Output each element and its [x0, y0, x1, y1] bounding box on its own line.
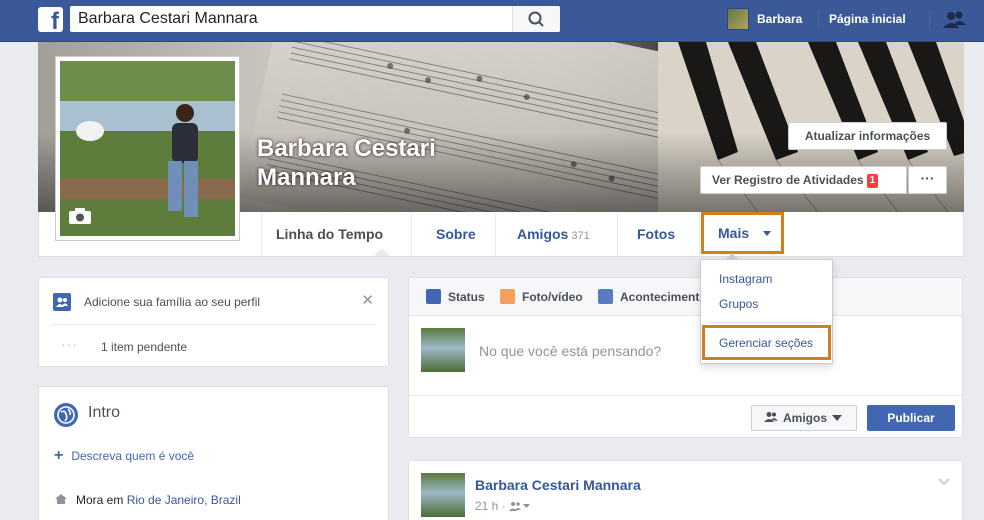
tab-divider [411, 212, 412, 256]
friends-icon [764, 412, 778, 422]
chevron-down-icon[interactable] [938, 475, 950, 489]
search-icon [528, 11, 544, 27]
divider [929, 10, 930, 28]
divider [409, 395, 962, 396]
plus-icon: + [54, 447, 64, 464]
facebook-logo-icon[interactable]: f [38, 7, 63, 32]
caret-down-icon [763, 231, 771, 236]
intro-title: Intro [88, 404, 121, 421]
search-button[interactable] [512, 6, 560, 32]
update-info-button[interactable]: Atualizar informações [788, 122, 947, 150]
lives-in-row: Mora em Rio de Janeiro, Brazil [54, 493, 241, 507]
pencil-icon [426, 289, 441, 304]
tab-divider [699, 212, 700, 256]
post-time[interactable]: 21 h · [475, 499, 509, 513]
photo-icon [500, 289, 515, 304]
composer-tab-photo[interactable]: Foto/vídeo [500, 289, 583, 304]
home-link[interactable]: Página inicial [829, 12, 906, 26]
publish-button[interactable]: Publicar [867, 405, 955, 431]
menu-item-instagram[interactable]: Instagram [719, 272, 772, 286]
caret-down-icon [832, 415, 843, 421]
profile-name[interactable]: Barbara Cestari Mannara [257, 134, 517, 192]
tab-timeline[interactable]: Linha do Tempo [276, 212, 383, 256]
more-options-button[interactable]: ··· [908, 166, 947, 194]
pending-items-link[interactable]: 1 item pendente [101, 340, 187, 354]
friends-privacy-icon[interactable] [509, 501, 531, 511]
tab-more[interactable]: Mais [701, 212, 784, 254]
feed-post: Barbara Cestari Mannara 21 h · [408, 460, 963, 520]
composer-tab-status[interactable]: Status [426, 289, 485, 304]
flag-icon [598, 289, 613, 304]
house-icon [55, 494, 67, 504]
top-bar: f Barbara Página inicial [0, 0, 984, 42]
divider [818, 10, 819, 28]
activity-log-button[interactable]: Ver Registro de Atividades 1 [700, 166, 907, 194]
tab-friends-label: Amigos [517, 226, 569, 242]
menu-divider [709, 322, 826, 323]
tab-divider [261, 212, 262, 256]
composer-tab-photo-label: Foto/vídeo [522, 290, 583, 304]
composer-tabs: Status Foto/vídeo Acontecimento [409, 278, 962, 316]
describe-yourself-link[interactable]: + Descreva quem é você [54, 447, 194, 465]
post-author-link[interactable]: Barbara Cestari Mannara [475, 477, 641, 493]
friend-requests-icon[interactable] [942, 10, 968, 33]
composer-tab-event-label: Acontecimento [620, 290, 707, 304]
activity-log-label: Ver Registro de Atividades [712, 173, 864, 187]
intro-card: Intro + Descreva quem é você Mora em Rio … [38, 386, 389, 520]
post-avatar[interactable] [421, 473, 465, 517]
profile-picture[interactable] [55, 56, 240, 241]
city-link[interactable]: Rio de Janeiro, Brazil [127, 493, 241, 507]
friends-count: 371 [571, 230, 590, 242]
user-avatar[interactable] [727, 8, 749, 30]
tab-friends[interactable]: Amigos 371 [517, 212, 590, 256]
tab-more-label: Mais [718, 225, 750, 241]
post-composer: Status Foto/vídeo Acontecimento No que v… [408, 277, 963, 438]
tab-about[interactable]: Sobre [436, 212, 476, 256]
user-name-link[interactable]: Barbara [757, 12, 802, 26]
composer-avatar [421, 328, 465, 372]
profile-photo [60, 61, 235, 236]
active-tab-indicator [374, 248, 390, 256]
composer-tab-event[interactable]: Acontecimento [598, 289, 707, 304]
search-box [70, 6, 560, 32]
ellipsis-icon: ··· [61, 336, 78, 352]
camera-icon[interactable] [68, 207, 92, 228]
search-input[interactable] [70, 6, 510, 32]
menu-caret [725, 253, 739, 260]
audience-label: Amigos [783, 411, 828, 425]
tab-divider [495, 212, 496, 256]
post-meta: 21 h · [475, 499, 531, 513]
manage-sections-highlight [702, 325, 831, 360]
lives-in-prefix: Mora em [76, 493, 127, 507]
divider [51, 324, 376, 325]
tab-photos[interactable]: Fotos [637, 212, 675, 256]
close-icon[interactable]: ✕ [361, 291, 374, 309]
audience-selector[interactable]: Amigos [751, 405, 857, 431]
add-family-card: Adicione sua família ao seu perfil ✕ ···… [38, 277, 389, 367]
describe-yourself-label: Descreva quem é você [71, 449, 195, 463]
add-family-text[interactable]: Adicione sua família ao seu perfil [84, 295, 260, 309]
family-icon [53, 293, 71, 311]
globe-icon [54, 403, 78, 427]
menu-item-groups[interactable]: Grupos [719, 297, 758, 311]
composer-tab-status-label: Status [448, 290, 485, 304]
tab-divider [617, 212, 618, 256]
notification-badge: 1 [866, 174, 879, 188]
status-input[interactable]: No que você está pensando? [479, 343, 661, 359]
